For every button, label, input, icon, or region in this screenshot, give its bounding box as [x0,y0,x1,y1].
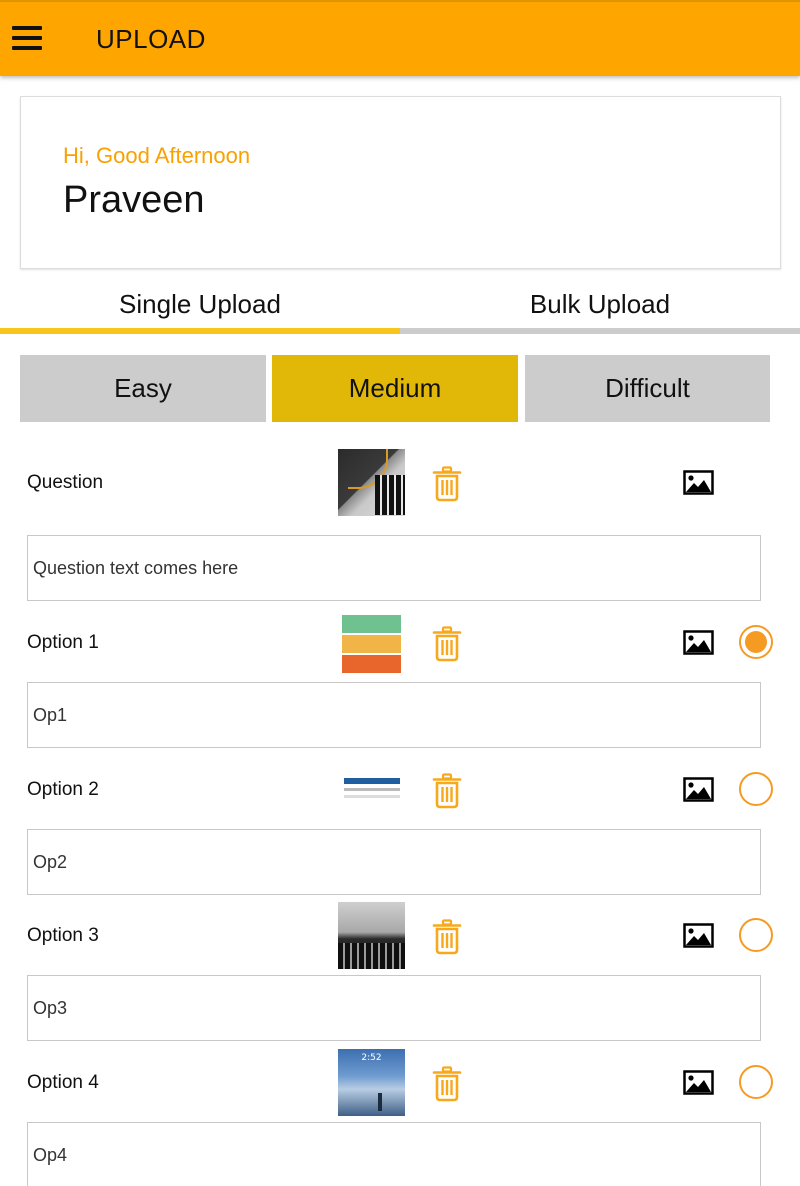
question-label: Question [27,472,104,493]
option-3-image-thumbnail[interactable] [338,902,405,969]
option-2-correct-radio[interactable] [739,772,773,806]
question-image-thumbnail[interactable] [338,449,405,516]
option-1-label: Option 1 [27,632,99,653]
option-4-label: Option 4 [27,1072,99,1093]
hamburger-menu-icon[interactable] [12,26,44,52]
option-3-label: Option 3 [27,925,99,946]
tab-indicator [400,328,800,334]
thumbnail-clock-text: 2:52 [361,1053,382,1063]
delete-option-1-image-trash-icon[interactable] [432,626,462,662]
option-4-text-field[interactable]: Op4 [27,1122,761,1186]
option-2-label: Option 2 [27,779,99,800]
option-4-correct-radio[interactable] [739,1065,773,1099]
option-3-correct-radio[interactable] [739,918,773,952]
user-name: Praveen [63,179,205,221]
tab-bulk-upload[interactable]: Bulk Upload [400,280,800,334]
delete-question-image-trash-icon[interactable] [432,466,462,502]
greeting-card: Hi, Good Afternoon Praveen [20,96,781,269]
tab-bulk-upload-label: Bulk Upload [529,289,671,319]
add-question-image-icon[interactable] [683,470,714,495]
upload-tabs: Single Upload Bulk Upload [0,280,800,334]
option-2-image-thumbnail[interactable] [338,756,405,823]
delete-option-4-image-trash-icon[interactable] [432,1066,462,1102]
app-bar: UPLOAD [0,0,800,76]
add-option-4-image-icon[interactable] [683,1070,714,1095]
difficulty-easy-button[interactable]: Easy [20,355,266,422]
option-1-image-thumbnail[interactable] [338,609,405,676]
option-2-text-field[interactable]: Op2 [27,829,761,895]
tab-indicator [0,328,400,334]
delete-option-3-image-trash-icon[interactable] [432,919,462,955]
add-option-2-image-icon[interactable] [683,777,714,802]
greeting-text: Hi, Good Afternoon [63,143,251,168]
tab-single-upload-label: Single Upload [119,289,281,319]
difficulty-difficult-button[interactable]: Difficult [525,355,770,422]
difficulty-medium-button[interactable]: Medium [272,355,518,422]
add-option-1-image-icon[interactable] [683,630,714,655]
question-text-field[interactable]: Question text comes here [27,535,761,601]
option-1-correct-radio[interactable] [739,625,773,659]
add-option-3-image-icon[interactable] [683,923,714,948]
page-title: UPLOAD [96,24,206,54]
option-3-text-field[interactable]: Op3 [27,975,761,1041]
delete-option-2-image-trash-icon[interactable] [432,773,462,809]
tab-single-upload[interactable]: Single Upload [0,280,400,334]
option-4-image-thumbnail[interactable]: 2:52 [338,1049,405,1116]
option-1-text-field[interactable]: Op1 [27,682,761,748]
